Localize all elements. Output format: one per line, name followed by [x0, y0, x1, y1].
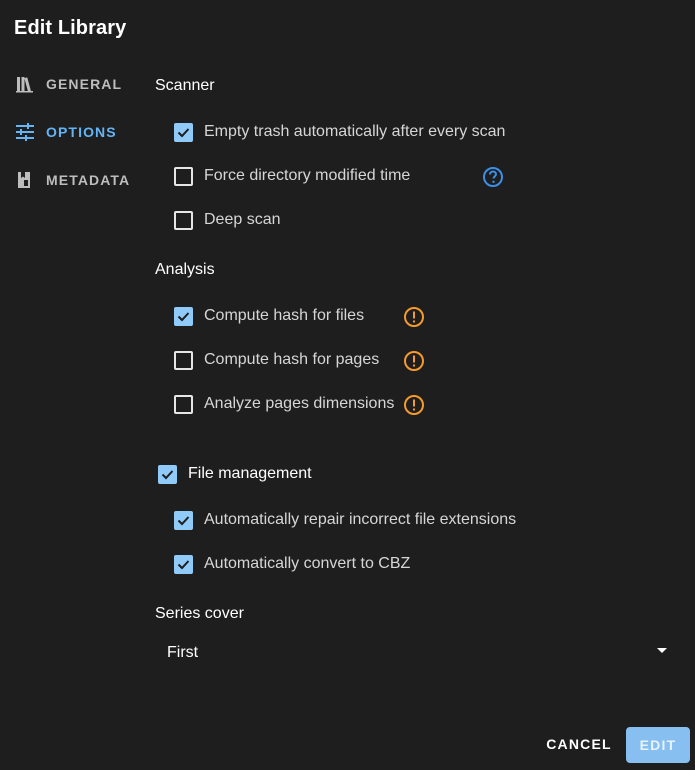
edit-button[interactable]: EDIT	[626, 727, 690, 763]
nav-item-label: GENERAL	[46, 76, 123, 92]
checkbox-unchecked-icon	[174, 166, 193, 186]
series-cover-select[interactable]: First	[155, 636, 675, 670]
checkbox-label: Force directory modified time	[204, 167, 411, 184]
file-management-checkbox[interactable]: File management	[158, 462, 312, 486]
checkbox-label: Automatically repair incorrect file exte…	[204, 511, 517, 528]
checkbox-checked-icon	[174, 510, 193, 530]
compute-hash-files-checkbox[interactable]: Compute hash for files	[174, 304, 364, 328]
checkbox-label: Compute hash for files	[204, 307, 365, 324]
books-icon	[14, 73, 36, 95]
checkbox-unchecked-icon	[174, 210, 193, 230]
help-circle-icon[interactable]	[482, 166, 504, 188]
chevron-down-icon	[657, 648, 667, 653]
nav-item-metadata[interactable]: METADATA	[14, 168, 130, 192]
checkbox-checked-icon	[158, 464, 177, 484]
analysis-section-title: Analysis	[155, 261, 215, 278]
dialog-title: Edit Library	[14, 17, 127, 39]
force-directory-modified-time-checkbox[interactable]: Force directory modified time	[174, 164, 410, 188]
alert-circle-icon[interactable]	[403, 394, 425, 416]
nav-item-label: OPTIONS	[46, 124, 117, 140]
repair-file-extensions-checkbox[interactable]: Automatically repair incorrect file exte…	[174, 508, 516, 532]
checkbox-checked-icon	[174, 122, 193, 142]
nav-item-options[interactable]: OPTIONS	[14, 120, 117, 144]
alert-circle-icon[interactable]	[403, 350, 425, 372]
checkbox-label: Deep scan	[204, 211, 281, 228]
analyze-pages-dimensions-checkbox[interactable]: Analyze pages dimensions	[174, 392, 394, 416]
book-tag-icon	[14, 169, 36, 191]
checkbox-label: Empty trash automatically after every sc…	[204, 123, 506, 140]
checkbox-unchecked-icon	[174, 394, 193, 414]
series-cover-value: First	[167, 644, 199, 661]
nav-item-general[interactable]: GENERAL	[14, 72, 122, 96]
checkbox-label: File management	[188, 465, 312, 482]
tune-icon	[14, 121, 36, 143]
series-cover-title: Series cover	[155, 605, 244, 622]
scanner-section-title: Scanner	[155, 77, 215, 94]
alert-circle-icon[interactable]	[403, 306, 425, 328]
checkbox-label: Analyze pages dimensions	[204, 395, 395, 412]
compute-hash-pages-checkbox[interactable]: Compute hash for pages	[174, 348, 379, 372]
cancel-button[interactable]: CANCEL	[537, 726, 621, 762]
checkbox-label: Automatically convert to CBZ	[204, 555, 411, 572]
checkbox-unchecked-icon	[174, 350, 193, 370]
deep-scan-checkbox[interactable]: Deep scan	[174, 208, 281, 232]
nav-item-label: METADATA	[46, 172, 131, 188]
checkbox-checked-icon	[174, 306, 193, 326]
checkbox-label: Compute hash for pages	[204, 351, 380, 368]
empty-trash-checkbox[interactable]: Empty trash automatically after every sc…	[174, 120, 505, 144]
checkbox-checked-icon	[174, 554, 193, 574]
convert-to-cbz-checkbox[interactable]: Automatically convert to CBZ	[174, 552, 410, 576]
